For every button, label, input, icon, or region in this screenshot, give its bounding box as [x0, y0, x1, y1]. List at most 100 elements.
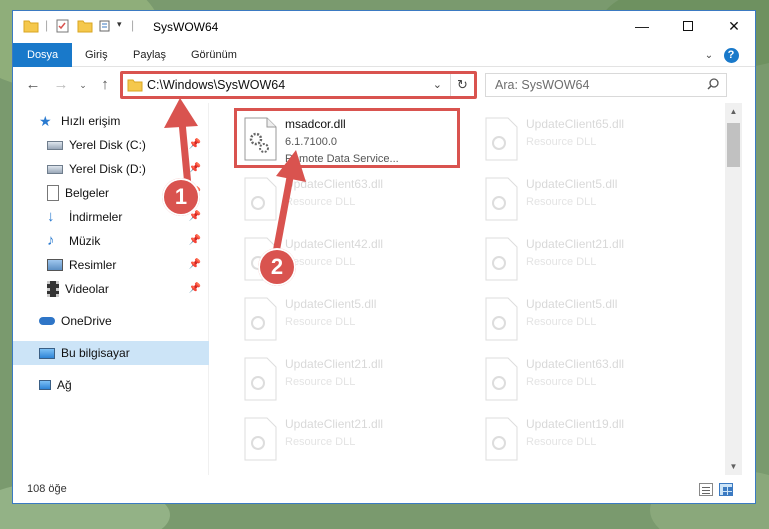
pin-icon: 📌 [188, 139, 201, 150]
sidebar-item-drive-c[interactable]: Yerel Disk (C:) 📌 [13, 133, 209, 157]
scroll-up-icon[interactable]: ▲ [725, 103, 742, 120]
file-name: UpdateClient5.dll [285, 297, 377, 311]
file-item[interactable]: UpdateClient65.dll Resource DLL [478, 111, 706, 167]
ribbon-tabs: Dosya Giriş Paylaş Görünüm ⌄ ? [13, 43, 755, 67]
close-button[interactable]: ✕ [711, 11, 755, 41]
sidebar-item-quick-access[interactable]: ★ Hızlı erişim [13, 109, 209, 133]
arrow-up-icon: ↑ [101, 76, 109, 93]
scrollbar-thumb[interactable] [727, 123, 740, 167]
details-view-button[interactable] [699, 483, 713, 496]
computer-icon [39, 347, 55, 359]
sidebar-item-label: Bu bilgisayar [61, 346, 130, 360]
sidebar-item-music[interactable]: ♪ Müzik 📌 [13, 229, 209, 253]
file-item[interactable]: UpdateClient63.dll Resource DLL [237, 171, 465, 227]
sidebar-item-label: Belgeler [65, 186, 110, 200]
file-type: Resource DLL [526, 256, 597, 268]
network-icon [39, 380, 51, 390]
folder-icon [23, 20, 39, 33]
file-item[interactable]: UpdateClient5.dll Resource DLL [478, 291, 706, 347]
search-placeholder: Ara: SysWOW64 [495, 78, 590, 92]
search-box[interactable]: Ara: SysWOW64 [485, 73, 727, 97]
tab-home[interactable]: Giriş [75, 43, 118, 67]
customize-icon[interactable] [99, 19, 115, 33]
up-button[interactable]: ↑ [95, 76, 115, 94]
file-item[interactable]: UpdateClient21.dll Resource DLL [237, 411, 465, 467]
callout-1: 1 [162, 178, 200, 216]
dll-file-icon [244, 417, 277, 461]
dll-file-icon [244, 357, 277, 401]
file-item[interactable]: UpdateClient5.dll Resource DLL [478, 171, 706, 227]
file-item[interactable]: UpdateClient21.dll Resource DLL [478, 231, 706, 287]
dll-file-icon [485, 297, 518, 341]
file-type: Resource DLL [285, 196, 356, 208]
separator: | [131, 18, 135, 32]
dll-file-icon [244, 297, 277, 341]
sidebar-item-label: Yerel Disk (D:) [69, 162, 146, 176]
help-icon: ? [723, 47, 739, 63]
qat-dropdown-icon[interactable]: ▾ [117, 19, 122, 30]
window-title: SysWOW64 [153, 20, 219, 34]
callout-2: 2 [258, 248, 296, 286]
details-view-icon [702, 487, 710, 488]
pin-icon: 📌 [188, 235, 201, 246]
file-type: Resource DLL [285, 376, 356, 388]
sidebar-item-label: Yerel Disk (C:) [69, 138, 146, 152]
back-button[interactable]: ← [23, 76, 43, 94]
tab-view[interactable]: Görünüm [181, 43, 247, 67]
status-bar: 108 öğe [13, 476, 755, 503]
tab-file[interactable]: Dosya [13, 43, 73, 67]
file-name: UpdateClient5.dll [526, 297, 618, 311]
vertical-scrollbar[interactable]: ▲ ▼ [725, 103, 742, 475]
file-name: UpdateClient21.dll [285, 357, 384, 371]
file-item[interactable]: UpdateClient19.dll Resource DLL [478, 411, 706, 467]
minimize-button[interactable]: — [619, 11, 665, 41]
properties-icon[interactable] [55, 19, 71, 33]
music-icon: ♪ [47, 232, 55, 249]
sidebar-item-network[interactable]: Ağ [13, 373, 209, 397]
pin-icon: 📌 [188, 163, 201, 174]
file-type: Resource DLL [285, 436, 356, 448]
file-type: Resource DLL [526, 376, 597, 388]
arrow-left-icon: ← [25, 76, 41, 93]
videos-icon [47, 281, 59, 297]
cloud-icon [39, 317, 55, 325]
tiles-view-icon [723, 487, 727, 491]
sidebar-item-this-pc[interactable]: Bu bilgisayar [13, 341, 209, 365]
chevron-down-icon: ⌄ [79, 80, 87, 90]
file-name: UpdateClient5.dll [526, 177, 618, 191]
dll-file-icon [485, 357, 518, 401]
file-type: Resource DLL [285, 316, 356, 328]
dll-file-icon [485, 177, 518, 221]
address-highlight-box [120, 71, 477, 99]
close-icon: ✕ [728, 17, 740, 34]
scroll-down-icon[interactable]: ▼ [725, 458, 742, 475]
sidebar-item-videos[interactable]: Videolar 📌 [13, 277, 209, 301]
file-type: Resource DLL [526, 316, 597, 328]
sidebar-item-onedrive[interactable]: OneDrive [13, 309, 209, 333]
item-count: 108 öğe [27, 483, 67, 495]
file-type: Resource DLL [526, 436, 597, 448]
chevron-down-icon: ⌄ [704, 49, 714, 61]
file-name: UpdateClient63.dll [285, 177, 384, 191]
file-type: Resource DLL [526, 196, 597, 208]
pin-icon: 📌 [188, 283, 201, 294]
file-item[interactable]: UpdateClient21.dll Resource DLL [237, 351, 465, 407]
pictures-icon [47, 259, 63, 271]
new-folder-icon[interactable] [77, 19, 93, 33]
tiles-view-button[interactable] [719, 483, 733, 496]
file-item[interactable]: UpdateClient63.dll Resource DLL [478, 351, 706, 407]
search-icon[interactable] [706, 77, 720, 91]
file-item[interactable]: UpdateClient5.dll Resource DLL [237, 291, 465, 347]
title-bar: | ▾ | SysWOW64 — ✕ [13, 11, 755, 43]
star-icon: ★ [39, 113, 52, 129]
help-button[interactable]: ? [723, 47, 739, 63]
maximize-button[interactable] [665, 11, 711, 41]
dll-file-icon [244, 177, 277, 221]
forward-button[interactable]: → [51, 76, 71, 94]
expand-ribbon-button[interactable]: ⌄ [701, 47, 717, 63]
navigation-pane: ★ Hızlı erişim Yerel Disk (C:) 📌 Yerel D… [13, 103, 209, 475]
recent-locations-button[interactable]: ⌄ [73, 76, 93, 94]
sidebar-item-pictures[interactable]: Resimler 📌 [13, 253, 209, 277]
dll-file-icon [485, 237, 518, 281]
tab-share[interactable]: Paylaş [123, 43, 176, 67]
